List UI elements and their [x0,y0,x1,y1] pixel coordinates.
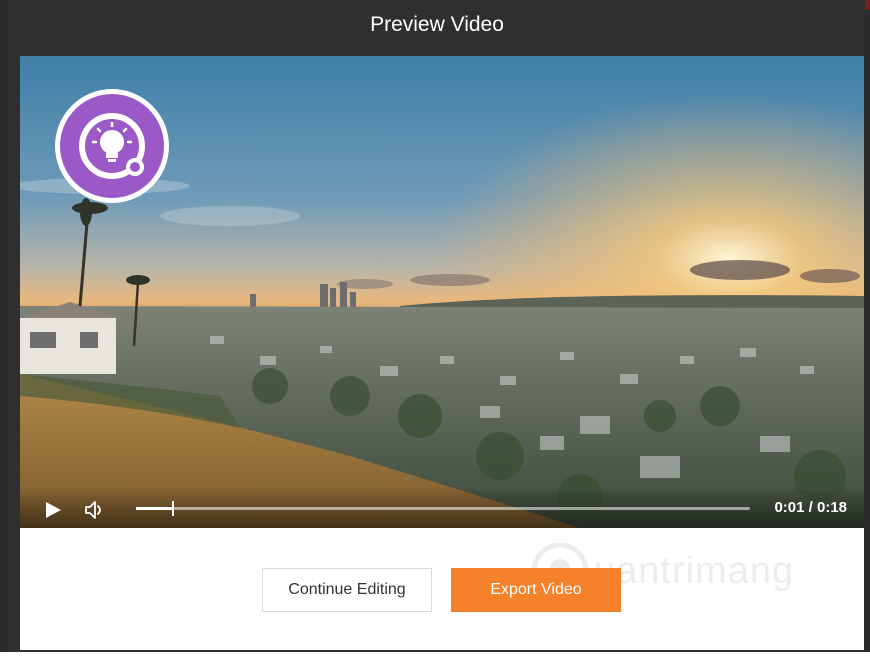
preview-video-dialog: Preview Video 0:01 / 0:18 uantrimang Con… [9,0,865,652]
seek-bar-handle[interactable] [171,501,174,516]
lightbulb-icon [79,113,145,179]
watermark-text: uantrimang [594,549,795,592]
play-icon[interactable] [44,501,62,519]
seek-bar[interactable] [136,501,750,516]
badge-inner-circle [60,94,164,198]
volume-icon[interactable] [84,500,106,520]
video-controls-bar: 0:01 / 0:18 [20,490,864,528]
background-page-strip [0,652,870,658]
video-player[interactable]: 0:01 / 0:18 [20,56,864,528]
logo-badge [55,89,169,203]
continue-editing-button[interactable]: Continue Editing [262,568,432,612]
dialog-title: Preview Video [370,13,504,36]
dialog-footer: uantrimang Continue Editing Export Video [20,528,864,650]
dialog-title-bar: Preview Video [9,0,865,50]
time-display: 0:01 / 0:18 [774,499,847,516]
seek-bar-played [136,507,173,510]
export-video-button[interactable]: Export Video [451,568,621,612]
